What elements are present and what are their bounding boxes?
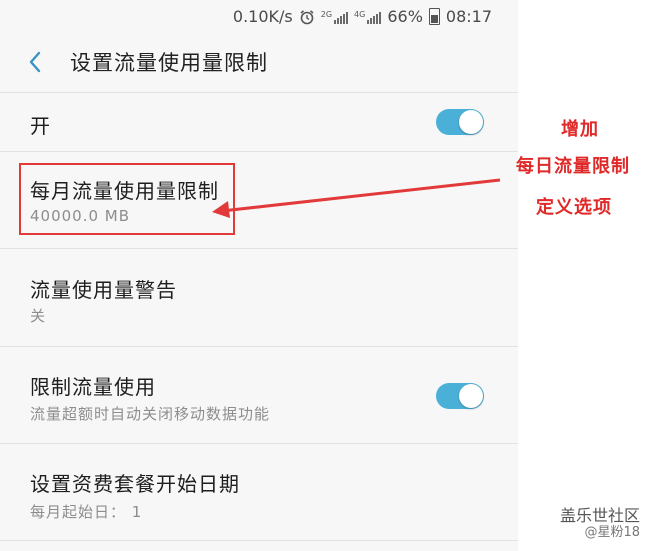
- annotation-line-1: 增加: [561, 119, 599, 140]
- annotation-line-3: 定义选项: [536, 197, 612, 218]
- annotation-arrow: [212, 178, 501, 218]
- watermark-community: 盖乐世社区: [559, 506, 640, 526]
- watermark: 盖乐世社区 @星粉18: [560, 506, 640, 541]
- watermark-user: @星粉18: [584, 525, 640, 541]
- annotation-line-2: 每日流量限制: [516, 156, 630, 177]
